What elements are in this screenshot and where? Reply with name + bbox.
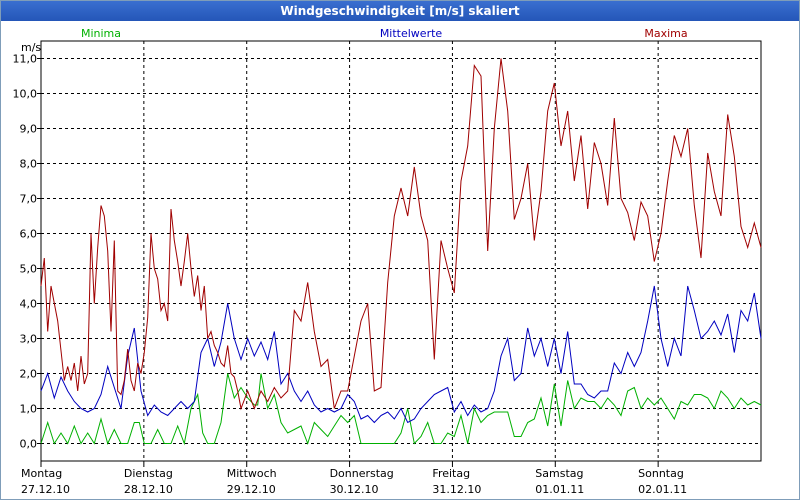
- day-date-label: 27.12.10: [21, 483, 70, 496]
- day-name-label: Freitag: [432, 467, 470, 480]
- series-layer: [40, 58, 762, 446]
- day-date-label: 30.12.10: [330, 483, 379, 496]
- legend-maxima: Maxima: [644, 27, 687, 40]
- day-date-label: 28.12.10: [124, 483, 173, 496]
- y-axis-label: m/s: [21, 41, 41, 54]
- y-tick-label: 3,0: [20, 333, 38, 346]
- legend-mittelwerte: Mittelwerte: [380, 27, 443, 40]
- legend-minima: Minima: [81, 27, 121, 40]
- y-tick-label: 6,0: [20, 228, 38, 241]
- series-line-mittelwerte: [40, 285, 762, 424]
- y-tick-label: 10,0: [13, 88, 38, 101]
- y-tick-label: 0,0: [20, 438, 38, 451]
- day-name-label: Sonntag: [638, 467, 684, 480]
- day-date-label: 31.12.10: [432, 483, 481, 496]
- y-tick-label: 8,0: [20, 158, 38, 171]
- chart-window: Windgeschwindigkeit [m/s] skaliert 0,0 1,…: [0, 0, 800, 500]
- y-tick-label: 4,0: [20, 298, 38, 311]
- y-tick-label: 2,0: [20, 368, 38, 381]
- plot-area: 0,0 1,0 2,0 3,0 4,0 5,0 6,0 7,0 8,0 9,0 10,0 11,0m/…: [13, 27, 762, 496]
- day-name-label: Montag: [21, 467, 62, 480]
- chart-title: Windgeschwindigkeit [m/s] skaliert: [1, 1, 799, 21]
- day-name-label: Samstag: [535, 467, 583, 480]
- y-tick-label: 1,0: [20, 403, 38, 416]
- day-name-label: Donnerstag: [330, 467, 394, 480]
- day-name-label: Mittwoch: [227, 467, 277, 480]
- y-tick-label: 7,0: [20, 193, 38, 206]
- day-date-label: 02.01.11: [638, 483, 687, 496]
- y-tick-label: 5,0: [20, 263, 38, 276]
- day-date-label: 29.12.10: [227, 483, 276, 496]
- y-tick-label: 11,0: [13, 53, 38, 66]
- day-name-label: Dienstag: [124, 467, 173, 480]
- y-tick-label: 9,0: [20, 123, 38, 136]
- day-date-label: 01.01.11: [535, 483, 584, 496]
